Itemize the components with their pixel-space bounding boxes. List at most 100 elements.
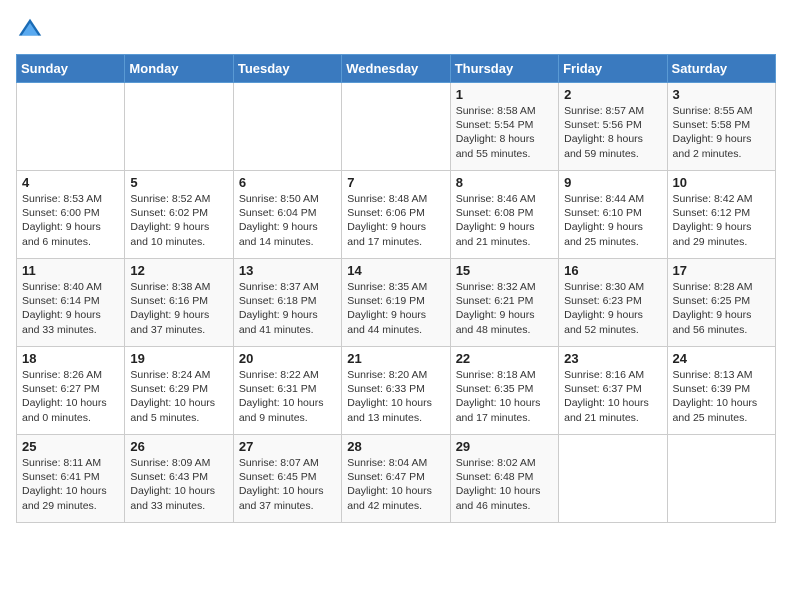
day-number: 15 [456,263,553,278]
day-number: 8 [456,175,553,190]
header [16,16,776,44]
weekday-header-thursday: Thursday [450,55,558,83]
calendar-cell: 23 Sunrise: 8:16 AM Sunset: 6:37 PM Dayli… [559,347,667,435]
day-info: Sunrise: 8:38 AM Sunset: 6:16 PM Dayligh… [130,280,227,337]
calendar-week-row: 4 Sunrise: 8:53 AM Sunset: 6:00 PM Daylig… [17,171,776,259]
calendar-cell: 6Sunrise: 8:50 AM Sunset: 6:04 PM Daylig… [233,171,341,259]
day-info: Sunrise: 8:24 AM Sunset: 6:29 PM Dayligh… [130,368,227,425]
logo [16,16,48,44]
day-info: Sunrise: 8:16 AM Sunset: 6:37 PM Dayligh… [564,368,661,425]
calendar-cell: 26 Sunrise: 8:09 AM Sunset: 6:43 PM Dayli… [125,435,233,523]
calendar-cell: 27 Sunrise: 8:07 AM Sunset: 6:45 PM Dayli… [233,435,341,523]
calendar-cell: 5Sunrise: 8:52 AM Sunset: 6:02 PM Daylig… [125,171,233,259]
calendar-cell: 2 Sunrise: 8:57 AM Sunset: 5:56 PM Daylig… [559,83,667,171]
calendar-cell: 15 Sunrise: 8:32 AM Sunset: 6:21 PM Dayli… [450,259,558,347]
calendar-cell: 21 Sunrise: 8:20 AM Sunset: 6:33 PM Dayli… [342,347,450,435]
day-info: Sunrise: 8:40 AM Sunset: 6:14 PM Dayligh… [22,280,119,337]
day-number: 7 [347,175,444,190]
day-info: Sunrise: 8:48 AM Sunset: 6:06 PM Dayligh… [347,192,444,249]
day-number: 18 [22,351,119,366]
calendar-cell: 11 Sunrise: 8:40 AM Sunset: 6:14 PM Dayli… [17,259,125,347]
day-number: 9 [564,175,661,190]
day-number: 19 [130,351,227,366]
day-number: 21 [347,351,444,366]
day-number: 16 [564,263,661,278]
day-number: 2 [564,87,661,102]
day-info: Sunrise: 8:11 AM Sunset: 6:41 PM Dayligh… [22,456,119,513]
day-number: 25 [22,439,119,454]
day-info: Sunrise: 8:35 AM Sunset: 6:19 PM Dayligh… [347,280,444,337]
day-number: 17 [673,263,770,278]
day-info: Sunrise: 8:09 AM Sunset: 6:43 PM Dayligh… [130,456,227,513]
day-info: Sunrise: 8:28 AM Sunset: 6:25 PM Dayligh… [673,280,770,337]
calendar-cell: 7 Sunrise: 8:48 AM Sunset: 6:06 PM Daylig… [342,171,450,259]
day-info: Sunrise: 8:50 AM Sunset: 6:04 PM Dayligh… [239,192,336,249]
day-number: 28 [347,439,444,454]
calendar-cell [233,83,341,171]
calendar-cell: 18 Sunrise: 8:26 AM Sunset: 6:27 PM Dayli… [17,347,125,435]
calendar-cell: 28 Sunrise: 8:04 AM Sunset: 6:47 PM Dayli… [342,435,450,523]
calendar-week-row: 25 Sunrise: 8:11 AM Sunset: 6:41 PM Dayli… [17,435,776,523]
calendar-cell: 4 Sunrise: 8:53 AM Sunset: 6:00 PM Daylig… [17,171,125,259]
calendar-cell [559,435,667,523]
calendar-week-row: 18 Sunrise: 8:26 AM Sunset: 6:27 PM Dayli… [17,347,776,435]
calendar-cell [125,83,233,171]
calendar-cell: 25 Sunrise: 8:11 AM Sunset: 6:41 PM Dayli… [17,435,125,523]
day-number: 11 [22,263,119,278]
day-info: Sunrise: 8:32 AM Sunset: 6:21 PM Dayligh… [456,280,553,337]
day-info: Sunrise: 8:57 AM Sunset: 5:56 PM Dayligh… [564,104,661,161]
day-info: Sunrise: 8:22 AM Sunset: 6:31 PM Dayligh… [239,368,336,425]
day-number: 10 [673,175,770,190]
calendar-cell: 3 Sunrise: 8:55 AM Sunset: 5:58 PM Daylig… [667,83,775,171]
calendar-cell: 24Sunrise: 8:13 AM Sunset: 6:39 PM Dayli… [667,347,775,435]
calendar-cell [667,435,775,523]
day-info: Sunrise: 8:58 AM Sunset: 5:54 PM Dayligh… [456,104,553,161]
day-info: Sunrise: 8:55 AM Sunset: 5:58 PM Dayligh… [673,104,770,161]
day-number: 23 [564,351,661,366]
day-number: 26 [130,439,227,454]
day-number: 12 [130,263,227,278]
day-number: 22 [456,351,553,366]
day-info: Sunrise: 8:04 AM Sunset: 6:47 PM Dayligh… [347,456,444,513]
day-info: Sunrise: 8:42 AM Sunset: 6:12 PM Dayligh… [673,192,770,249]
day-info: Sunrise: 8:07 AM Sunset: 6:45 PM Dayligh… [239,456,336,513]
calendar-table: SundayMondayTuesdayWednesdayThursdayFrid… [16,54,776,523]
day-number: 4 [22,175,119,190]
calendar-week-row: 1Sunrise: 8:58 AM Sunset: 5:54 PM Daylig… [17,83,776,171]
calendar-cell [342,83,450,171]
logo-icon [16,16,44,44]
day-info: Sunrise: 8:53 AM Sunset: 6:00 PM Dayligh… [22,192,119,249]
calendar-cell: 10 Sunrise: 8:42 AM Sunset: 6:12 PM Dayli… [667,171,775,259]
day-number: 13 [239,263,336,278]
day-info: Sunrise: 8:26 AM Sunset: 6:27 PM Dayligh… [22,368,119,425]
day-info: Sunrise: 8:02 AM Sunset: 6:48 PM Dayligh… [456,456,553,513]
calendar-cell: 17 Sunrise: 8:28 AM Sunset: 6:25 PM Dayli… [667,259,775,347]
day-number: 29 [456,439,553,454]
day-info: Sunrise: 8:52 AM Sunset: 6:02 PM Dayligh… [130,192,227,249]
day-info: Sunrise: 8:30 AM Sunset: 6:23 PM Dayligh… [564,280,661,337]
calendar-cell: 19 Sunrise: 8:24 AM Sunset: 6:29 PM Dayli… [125,347,233,435]
calendar-cell: 29 Sunrise: 8:02 AM Sunset: 6:48 PM Dayli… [450,435,558,523]
weekday-header-saturday: Saturday [667,55,775,83]
weekday-header-monday: Monday [125,55,233,83]
calendar-cell: 12 Sunrise: 8:38 AM Sunset: 6:16 PM Dayli… [125,259,233,347]
calendar-cell: 20Sunrise: 8:22 AM Sunset: 6:31 PM Dayli… [233,347,341,435]
calendar-cell: 16 Sunrise: 8:30 AM Sunset: 6:23 PM Dayli… [559,259,667,347]
calendar-cell: 22 Sunrise: 8:18 AM Sunset: 6:35 PM Dayli… [450,347,558,435]
weekday-header-wednesday: Wednesday [342,55,450,83]
day-info: Sunrise: 8:18 AM Sunset: 6:35 PM Dayligh… [456,368,553,425]
calendar-week-row: 11 Sunrise: 8:40 AM Sunset: 6:14 PM Dayli… [17,259,776,347]
day-number: 3 [673,87,770,102]
day-info: Sunrise: 8:20 AM Sunset: 6:33 PM Dayligh… [347,368,444,425]
calendar-cell: 9Sunrise: 8:44 AM Sunset: 6:10 PM Daylig… [559,171,667,259]
day-info: Sunrise: 8:13 AM Sunset: 6:39 PM Dayligh… [673,368,770,425]
day-info: Sunrise: 8:37 AM Sunset: 6:18 PM Dayligh… [239,280,336,337]
day-number: 27 [239,439,336,454]
weekday-header-tuesday: Tuesday [233,55,341,83]
calendar-cell: 14Sunrise: 8:35 AM Sunset: 6:19 PM Dayli… [342,259,450,347]
day-info: Sunrise: 8:46 AM Sunset: 6:08 PM Dayligh… [456,192,553,249]
calendar-cell: 13 Sunrise: 8:37 AM Sunset: 6:18 PM Dayli… [233,259,341,347]
weekday-header-sunday: Sunday [17,55,125,83]
calendar-cell: 1Sunrise: 8:58 AM Sunset: 5:54 PM Daylig… [450,83,558,171]
weekday-header-row: SundayMondayTuesdayWednesdayThursdayFrid… [17,55,776,83]
